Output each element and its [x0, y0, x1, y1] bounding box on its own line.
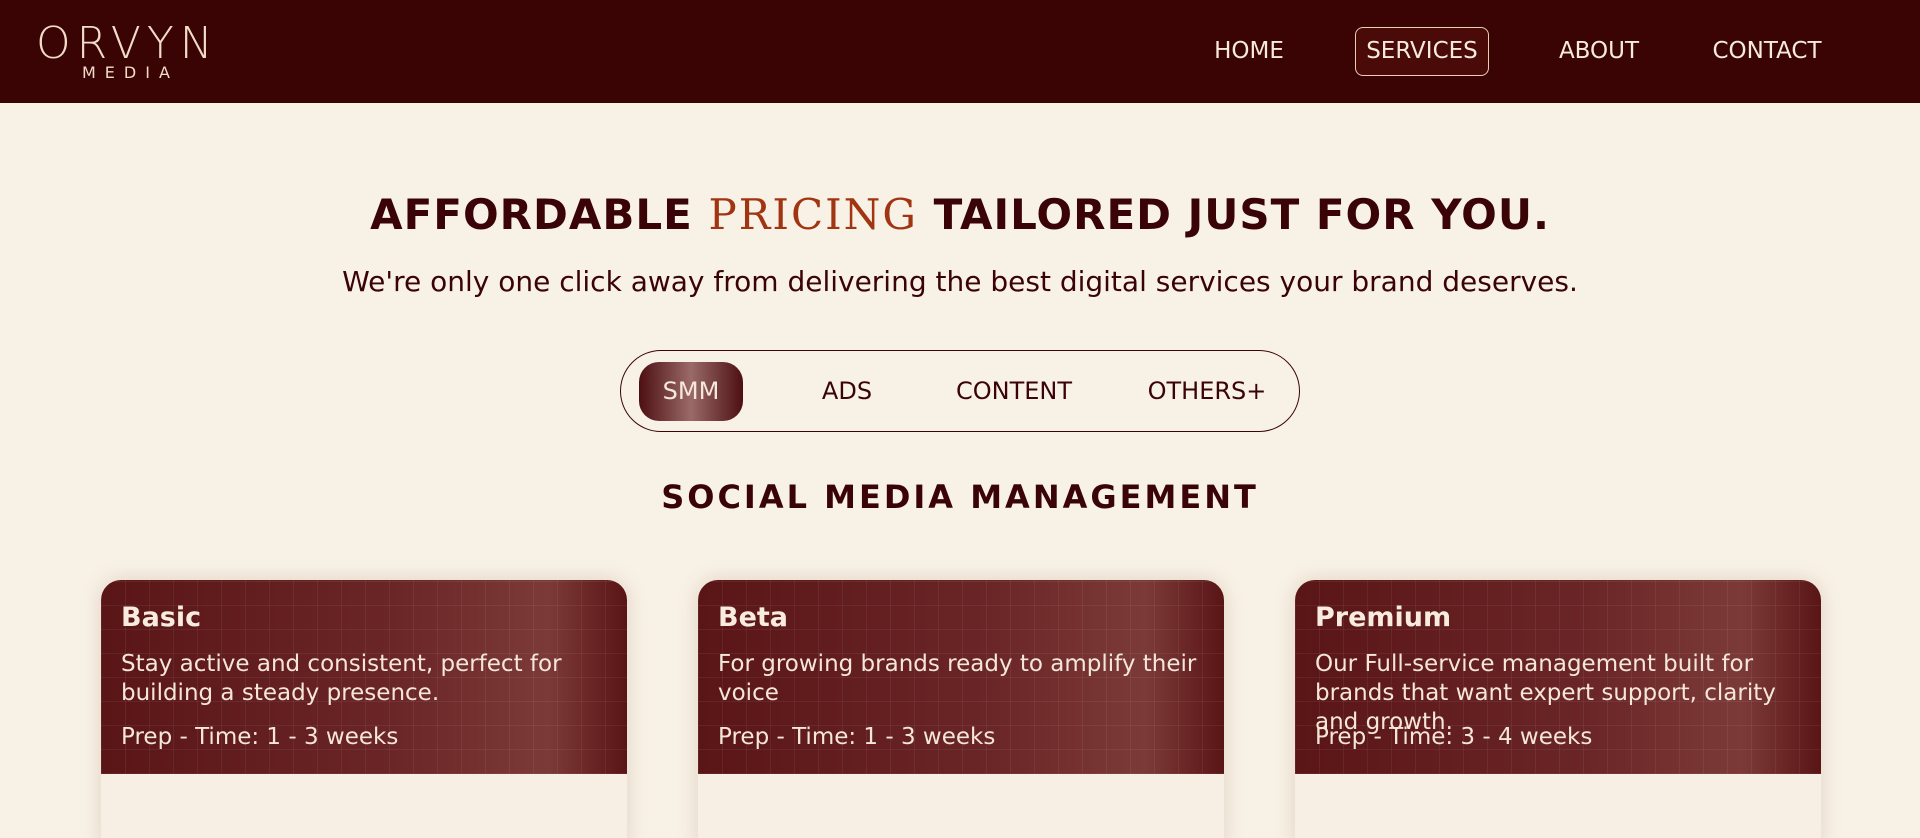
top-navbar: ORVYN MEDIA HOME SERVICES ABOUT CONTACT: [0, 0, 1920, 103]
tab-content[interactable]: CONTENT: [944, 362, 1084, 421]
card-header: Basic Stay active and consistent, perfec…: [101, 580, 627, 774]
nav-contact[interactable]: CONTACT: [1702, 27, 1832, 76]
card-header: Premium Our Full-service management buil…: [1295, 580, 1821, 774]
page-subtitle: We're only one click away from deliverin…: [342, 265, 1578, 298]
plan-name: Premium: [1315, 602, 1452, 633]
section-title: SOCIAL MEDIA MANAGEMENT: [661, 478, 1259, 516]
tab-ads[interactable]: ADS: [807, 362, 887, 421]
plan-prep-time: Prep - Time: 3 - 4 weeks: [1315, 724, 1593, 750]
headline-end: TAILORED JUST FOR YOU.: [917, 190, 1550, 239]
pricing-card-basic[interactable]: Basic Stay active and consistent, perfec…: [101, 580, 627, 838]
nav-home[interactable]: HOME: [1200, 27, 1298, 76]
pricing-card-premium[interactable]: Premium Our Full-service management buil…: [1295, 580, 1821, 838]
card-header: Beta For growing brands ready to amplify…: [698, 580, 1224, 774]
nav-services[interactable]: SERVICES: [1355, 27, 1489, 76]
plan-prep-time: Prep - Time: 1 - 3 weeks: [121, 724, 399, 750]
tab-smm[interactable]: SMM: [639, 362, 743, 421]
plan-name: Beta: [718, 602, 789, 633]
tab-others[interactable]: OTHERS+: [1137, 362, 1277, 421]
pricing-card-beta[interactable]: Beta For growing brands ready to amplify…: [698, 580, 1224, 838]
headline-start: AFFORDABLE: [370, 190, 709, 239]
plan-name: Basic: [121, 602, 202, 633]
plan-description: For growing brands ready to amplify thei…: [718, 651, 1197, 706]
main-nav: HOME SERVICES ABOUT CONTACT: [0, 27, 1920, 77]
nav-about[interactable]: ABOUT: [1552, 27, 1646, 76]
plan-description: Stay active and consistent, perfect for …: [121, 651, 562, 706]
service-tabs: SMM ADS CONTENT OTHERS+: [620, 350, 1300, 432]
plan-prep-time: Prep - Time: 1 - 3 weeks: [718, 724, 996, 750]
page-headline: AFFORDABLE PRICING TAILORED JUST FOR YOU…: [0, 190, 1920, 239]
headline-accent: PRICING: [708, 190, 918, 239]
